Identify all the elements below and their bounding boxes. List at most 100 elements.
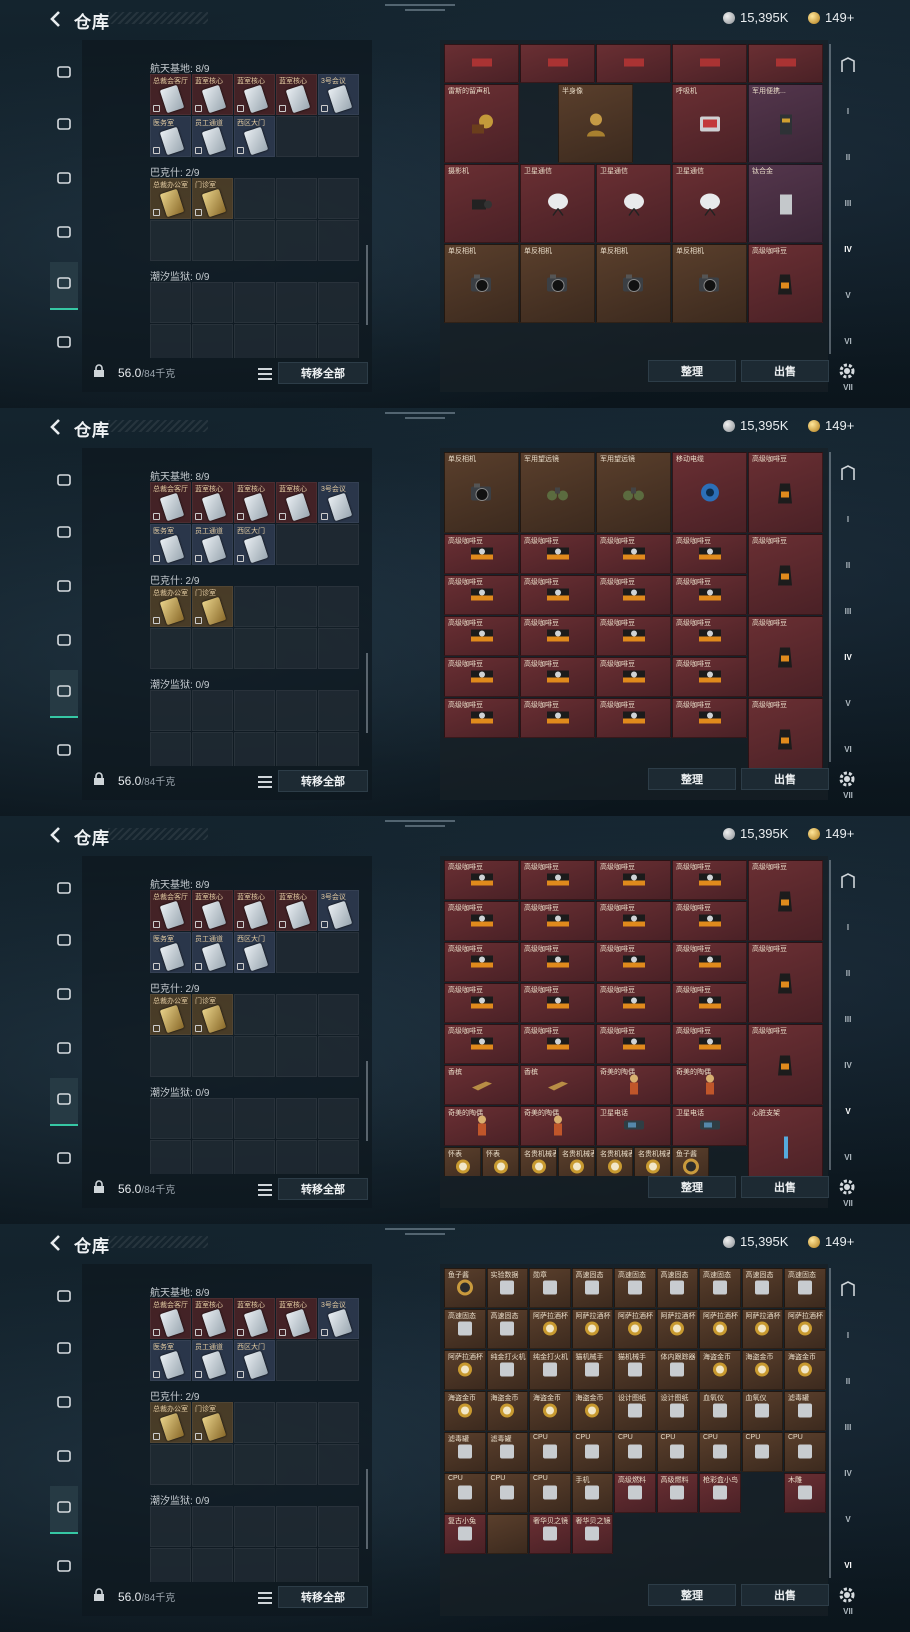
sell-button[interactable]: 出售 xyxy=(741,1176,829,1198)
empty-slot[interactable] xyxy=(150,1098,191,1139)
stash-scrollbar[interactable] xyxy=(829,860,831,1170)
back-button[interactable] xyxy=(46,825,66,845)
stash-item[interactable]: 移动电缆 xyxy=(672,452,747,533)
stash-item[interactable]: 高级咖啡豆 xyxy=(748,860,823,941)
stash-item[interactable]: CPU xyxy=(614,1432,656,1472)
key-card[interactable]: 医务室 xyxy=(150,524,191,565)
empty-slot[interactable] xyxy=(276,1506,317,1547)
key-card[interactable]: 蓝室核心 xyxy=(234,1298,275,1339)
key-scrollbar[interactable] xyxy=(366,1469,368,1549)
key-card[interactable]: 蓝室核心 xyxy=(234,74,275,115)
empty-slot[interactable] xyxy=(318,1444,359,1485)
stash-item[interactable]: 单反相机 xyxy=(444,452,519,533)
empty-slot[interactable] xyxy=(234,994,275,1035)
list-icon[interactable] xyxy=(258,367,272,380)
stash-item[interactable]: 高级咖啡豆 xyxy=(520,534,595,574)
stash-item[interactable]: 单反相机 xyxy=(444,244,519,323)
case-slot[interactable] xyxy=(50,1146,78,1174)
empty-slot[interactable] xyxy=(276,586,317,627)
key-card[interactable]: 西区大门 xyxy=(234,1340,275,1381)
empty-slot[interactable] xyxy=(276,1402,317,1443)
key-card[interactable]: 蓝室核心 xyxy=(192,482,233,523)
transfer-all-button[interactable]: 转移全部 xyxy=(278,770,368,792)
empty-slot[interactable] xyxy=(150,282,191,323)
empty-slot[interactable] xyxy=(234,1036,275,1077)
helmet-slot[interactable] xyxy=(50,1390,78,1418)
stash-item[interactable]: CPU xyxy=(444,1473,486,1513)
stash-item[interactable]: 高级咖啡豆 xyxy=(748,534,823,615)
stash-item[interactable]: 滤毒罐 xyxy=(444,1432,486,1472)
stash-item[interactable]: 高速固态 xyxy=(444,1309,486,1349)
gold-currency[interactable]: 149+ xyxy=(808,10,854,25)
stash-item[interactable]: 高级燃料 xyxy=(656,1473,698,1513)
empty-slot[interactable] xyxy=(276,1036,317,1077)
transfer-all-button[interactable]: 转移全部 xyxy=(278,1586,368,1608)
key-card[interactable]: 医务室 xyxy=(150,1340,191,1381)
empty-slot[interactable] xyxy=(318,178,359,219)
list-icon[interactable] xyxy=(258,1591,272,1604)
stash-tab[interactable]: VI xyxy=(834,1552,862,1580)
empty-slot[interactable] xyxy=(234,1098,275,1139)
key-card[interactable]: 总裁会客厅 xyxy=(150,1298,191,1339)
stash-item[interactable]: 猫机械手 xyxy=(571,1350,613,1390)
empty-slot[interactable] xyxy=(234,178,275,219)
gold-currency[interactable]: 149+ xyxy=(808,418,854,433)
stash-item[interactable]: 高级咖啡豆 xyxy=(444,534,519,574)
stash-item[interactable]: 高级咖啡豆 xyxy=(596,657,671,697)
stash-item[interactable]: 高级咖啡豆 xyxy=(596,942,671,982)
stash-item[interactable]: 高级咖啡豆 xyxy=(444,657,519,697)
stash-item[interactable]: 滤毒罐 xyxy=(784,1391,826,1431)
lock-icon[interactable] xyxy=(92,364,106,378)
silver-currency[interactable]: 15,395K xyxy=(723,826,788,841)
stash-item[interactable]: 名贵机械表 xyxy=(634,1147,671,1176)
stash-item[interactable]: 卫星通信 xyxy=(596,164,671,243)
stash-item[interactable]: 高级咖啡豆 xyxy=(444,616,519,656)
empty-slot[interactable] xyxy=(234,282,275,323)
empty-slot[interactable] xyxy=(318,1098,359,1139)
stash-tab[interactable]: III xyxy=(834,598,862,626)
stash-item[interactable]: 高速固态 xyxy=(784,1268,826,1308)
silver-currency[interactable]: 15,395K xyxy=(723,1234,788,1249)
stash-item[interactable]: 血氧仪 xyxy=(741,1391,783,1431)
gear-icon[interactable] xyxy=(837,1585,857,1605)
empty-slot[interactable] xyxy=(318,628,359,669)
stash-item[interactable]: 高速固态 xyxy=(741,1268,783,1308)
stash-item[interactable]: 设计图纸 xyxy=(656,1391,698,1431)
stash-overview-tab[interactable] xyxy=(834,1276,862,1304)
stash-tab[interactable]: V xyxy=(834,1098,862,1126)
stash-tab[interactable]: II xyxy=(834,1368,862,1396)
lock-icon[interactable] xyxy=(92,1180,106,1194)
empty-slot[interactable] xyxy=(192,628,233,669)
key-card[interactable]: 蓝室核心 xyxy=(192,890,233,931)
empty-slot[interactable] xyxy=(276,1340,317,1381)
stash-item[interactable]: 香槟 xyxy=(520,1065,595,1105)
key-card[interactable]: 蓝室核心 xyxy=(234,482,275,523)
stash-item[interactable]: 阿萨拉酒杯 xyxy=(444,1350,486,1390)
stash-item[interactable]: 卫星电话 xyxy=(672,1106,747,1146)
empty-slot[interactable] xyxy=(318,1402,359,1443)
key-card[interactable]: 员工通道 xyxy=(192,524,233,565)
stash-tab[interactable]: I xyxy=(834,1322,862,1350)
empty-slot[interactable] xyxy=(318,1340,359,1381)
stash-item[interactable]: 军用便携... xyxy=(748,84,823,163)
empty-slot[interactable] xyxy=(276,1098,317,1139)
empty-slot[interactable] xyxy=(276,994,317,1035)
stash-item[interactable]: 高级咖啡豆 xyxy=(748,942,823,1023)
stash-scrollbar[interactable] xyxy=(829,44,831,354)
gold-currency[interactable]: 149+ xyxy=(808,826,854,841)
stash-item[interactable]: 高级咖啡豆 xyxy=(444,942,519,982)
stash-item[interactable]: CPU xyxy=(784,1432,826,1472)
empty-slot[interactable] xyxy=(318,690,359,731)
empty-slot[interactable] xyxy=(276,178,317,219)
empty-slot[interactable] xyxy=(150,1506,191,1547)
key-card[interactable]: 员工通道 xyxy=(192,932,233,973)
sort-button[interactable]: 整理 xyxy=(648,1584,736,1606)
stash-item[interactable]: CPU xyxy=(741,1432,783,1472)
stash-item[interactable]: 军用望远镜 xyxy=(520,452,595,533)
stash-item[interactable]: 高级咖啡豆 xyxy=(672,983,747,1023)
stash-item[interactable]: 奇美的陶偶 xyxy=(444,1106,519,1146)
stash-item[interactable]: 枪彩盒小鸟 xyxy=(699,1473,741,1513)
stash-item[interactable]: 海盗金币 xyxy=(784,1350,826,1390)
backpack-slot[interactable] xyxy=(50,628,78,656)
key-card[interactable]: 医务室 xyxy=(150,116,191,157)
